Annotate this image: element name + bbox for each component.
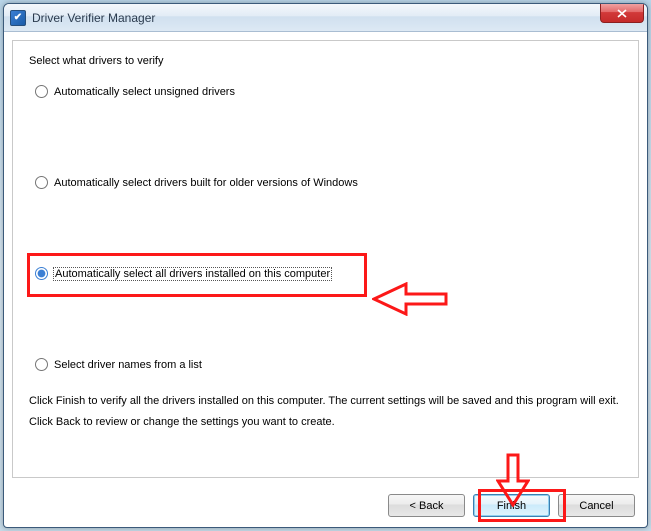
finish-button[interactable]: Finish xyxy=(473,494,550,517)
window-title: Driver Verifier Manager xyxy=(32,11,155,25)
instruction-line-1: Click Finish to verify all the drivers i… xyxy=(29,391,622,412)
radio-from-list[interactable] xyxy=(35,358,48,371)
page-heading: Select what drivers to verify xyxy=(29,55,622,67)
instructions-block: Click Finish to verify all the drivers i… xyxy=(29,391,622,433)
option-older-windows[interactable]: Automatically select drivers built for o… xyxy=(29,176,622,189)
radio-label: Automatically select unsigned drivers xyxy=(54,86,235,98)
option-from-list[interactable]: Select driver names from a list xyxy=(29,358,622,371)
title-bar: ✔ Driver Verifier Manager xyxy=(4,4,647,32)
radio-unsigned[interactable] xyxy=(35,85,48,98)
option-all-drivers[interactable]: Automatically select all drivers install… xyxy=(29,267,622,280)
close-button[interactable] xyxy=(600,4,644,23)
option-unsigned-drivers[interactable]: Automatically select unsigned drivers xyxy=(29,85,622,98)
back-button[interactable]: < Back xyxy=(388,494,465,517)
button-row: < Back Finish Cancel xyxy=(388,494,635,517)
radio-all-drivers[interactable] xyxy=(35,267,48,280)
content-panel: Select what drivers to verify Automatica… xyxy=(12,40,639,478)
radio-label: Automatically select drivers built for o… xyxy=(54,177,358,189)
radio-older-windows[interactable] xyxy=(35,176,48,189)
app-icon: ✔ xyxy=(10,10,26,26)
cancel-button[interactable]: Cancel xyxy=(558,494,635,517)
radio-label: Automatically select all drivers install… xyxy=(54,268,331,280)
instruction-line-2: Click Back to review or change the setti… xyxy=(29,412,622,433)
close-icon xyxy=(617,9,627,18)
radio-label: Select driver names from a list xyxy=(54,359,202,371)
dialog-window: ✔ Driver Verifier Manager Select what dr… xyxy=(3,3,648,528)
